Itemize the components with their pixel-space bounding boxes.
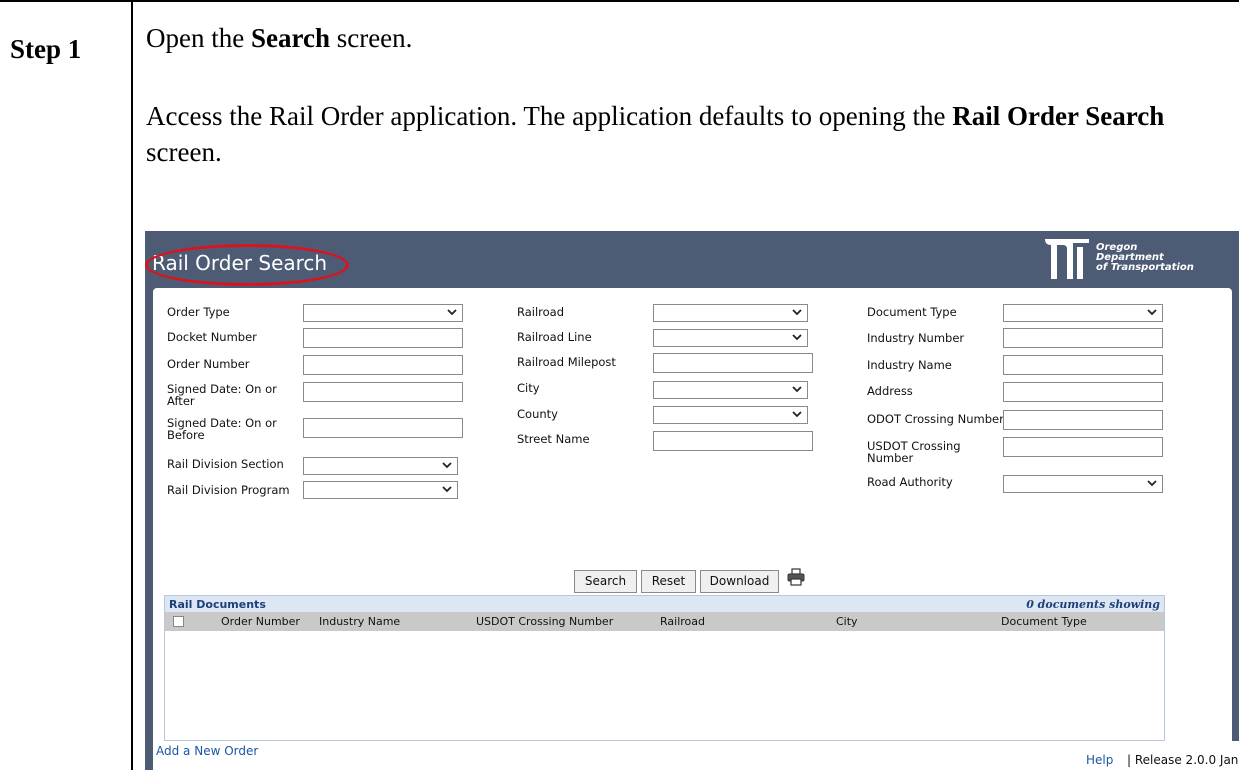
railroad-milepost-label: Railroad Milepost — [517, 355, 616, 369]
city-select[interactable] — [653, 381, 808, 399]
usdot-crossing-number-field[interactable] — [1003, 437, 1163, 457]
results-column-headers: Order Number Industry Name USDOT Crossin… — [165, 612, 1164, 631]
chevron-down-icon — [792, 309, 802, 316]
signed-before-field[interactable] — [303, 418, 463, 438]
railroad-milepost-field[interactable] — [653, 353, 813, 373]
instruction-bold: Search — [250, 23, 330, 53]
results-count: 0 documents showing — [1026, 598, 1160, 611]
chevron-down-icon — [1147, 309, 1157, 316]
add-new-order-link[interactable]: Add a New Order — [156, 744, 258, 758]
chevron-down-icon — [442, 462, 452, 469]
release-info: | Release 2.0.0 January 2020 — [1127, 753, 1239, 767]
document-type-label: Document Type — [867, 305, 957, 319]
odot-crossing-number-field[interactable] — [1003, 410, 1163, 430]
help-link[interactable]: Help — [1086, 753, 1113, 767]
railroad-line-select[interactable] — [653, 329, 808, 347]
address-label: Address — [867, 384, 913, 398]
rail-division-section-label: Rail Division Section — [167, 457, 284, 471]
column-document-type[interactable]: Document Type — [1001, 615, 1087, 628]
instruction-text: Access the Rail Order application. The a… — [146, 101, 953, 131]
road-authority-label: Road Authority — [867, 475, 953, 489]
table-column-divider — [131, 0, 133, 770]
city-label: City — [517, 381, 540, 395]
highlight-ellipse — [145, 244, 349, 286]
column-industry-name[interactable]: Industry Name — [319, 615, 400, 628]
signed-after-field[interactable] — [303, 382, 463, 402]
industry-number-label: Industry Number — [867, 331, 965, 345]
chevron-down-icon — [447, 309, 457, 316]
odot-crossing-number-label: ODOT Crossing Number — [867, 412, 1004, 426]
order-number-field[interactable] — [303, 355, 463, 375]
road-authority-select[interactable] — [1003, 475, 1163, 493]
instruction-open-search: Open the Search screen. — [146, 20, 412, 56]
order-type-label: Order Type — [167, 305, 230, 319]
instruction-text: screen. — [329, 23, 413, 53]
chevron-down-icon — [792, 386, 802, 393]
document-type-select[interactable] — [1003, 304, 1163, 322]
rail-division-program-select[interactable] — [303, 481, 458, 499]
reset-button[interactable]: Reset — [641, 570, 696, 593]
search-button[interactable]: Search — [574, 570, 637, 593]
rail-order-app-screenshot: Rail Order Search Oregon Department of T… — [145, 231, 1239, 770]
industry-name-label: Industry Name — [867, 358, 952, 372]
table-top-border — [0, 0, 1239, 2]
street-name-label: Street Name — [517, 432, 590, 446]
instruction-text: Open the — [146, 23, 251, 53]
chevron-down-icon — [792, 334, 802, 341]
county-label: County — [517, 407, 558, 421]
signed-after-label: Signed Date: On or After — [167, 382, 277, 408]
instruction-access-app: Access the Rail Order application. The a… — [146, 98, 1206, 170]
chevron-down-icon — [442, 486, 452, 493]
results-title: Rail Documents — [169, 598, 266, 611]
docket-number-field[interactable] — [303, 328, 463, 348]
results-header: Rail Documents 0 documents showing — [165, 596, 1164, 612]
instruction-text: screen. — [146, 137, 222, 167]
rail-division-program-label: Rail Division Program — [167, 483, 290, 497]
railroad-label: Railroad — [517, 305, 565, 319]
print-icon[interactable] — [787, 568, 805, 586]
logo-line: of Transportation — [1096, 262, 1194, 273]
signed-before-label: Signed Date: On or Before — [167, 416, 277, 442]
chevron-down-icon — [1147, 480, 1157, 487]
usdot-crossing-number-label: USDOT Crossing Number — [867, 439, 961, 465]
odot-logo-text: Oregon Department of Transportation — [1096, 243, 1194, 273]
rail-division-section-select[interactable] — [303, 457, 458, 475]
railroad-line-label: Railroad Line — [517, 330, 592, 344]
county-select[interactable] — [653, 406, 808, 424]
column-city[interactable]: City — [836, 615, 858, 628]
chevron-down-icon — [792, 411, 802, 418]
column-railroad[interactable]: Railroad — [660, 615, 705, 628]
order-number-label: Order Number — [167, 357, 250, 371]
odot-logo-icon — [1045, 239, 1089, 279]
results-grid: Rail Documents 0 documents showing Order… — [164, 595, 1165, 741]
address-field[interactable] — [1003, 382, 1163, 402]
column-order-number[interactable]: Order Number — [221, 615, 300, 628]
railroad-select[interactable] — [653, 304, 808, 322]
app-footer: Add a New Order Help | Release 2.0.0 Jan… — [153, 741, 1239, 770]
docket-number-label: Docket Number — [167, 330, 257, 344]
street-name-field[interactable] — [653, 431, 813, 451]
document-table: Step 1 Open the Search screen. Access th… — [0, 0, 1239, 770]
industry-name-field[interactable] — [1003, 355, 1163, 375]
instruction-bold: Rail Order Search — [952, 101, 1165, 131]
order-type-select[interactable] — [303, 304, 463, 322]
search-panel: Order Type Docket Number Order Number Si… — [153, 288, 1232, 741]
app-header: Rail Order Search Oregon Department of T… — [145, 231, 1239, 286]
column-usdot-crossing-number[interactable]: USDOT Crossing Number — [476, 615, 613, 628]
industry-number-field[interactable] — [1003, 328, 1163, 348]
step-label: Step 1 — [10, 34, 82, 64]
download-button[interactable]: Download — [700, 570, 779, 593]
select-all-checkbox[interactable] — [173, 616, 184, 627]
